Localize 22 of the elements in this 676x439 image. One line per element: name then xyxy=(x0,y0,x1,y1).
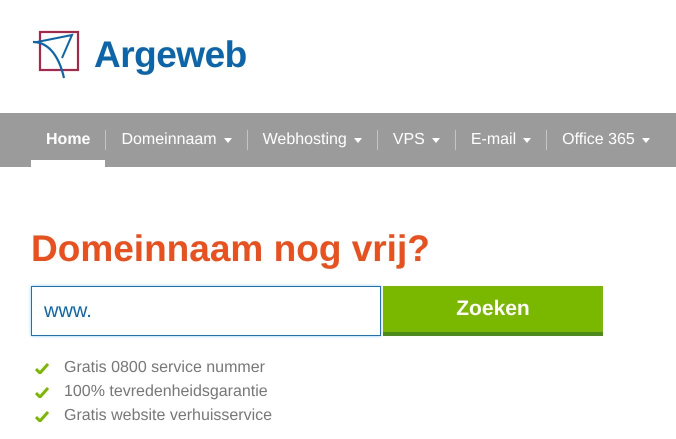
nav-tab[interactable]: Webhosting xyxy=(248,113,377,167)
feature-text: 100% tevredenheidsgarantie xyxy=(64,383,268,401)
domain-input[interactable]: www. xyxy=(31,286,381,336)
nav-tab[interactable]: Domeinnaam xyxy=(106,113,247,167)
logo-text[interactable]: Argeweb xyxy=(94,34,247,76)
check-icon xyxy=(35,410,49,422)
caret-icon xyxy=(642,138,650,142)
feature-text: Gratis 0800 service nummer xyxy=(64,359,265,377)
caret-icon xyxy=(432,138,440,142)
check-icon xyxy=(35,362,49,374)
nav-tab[interactable]: VPS xyxy=(378,113,455,167)
caret-icon xyxy=(523,138,532,142)
check-icon xyxy=(35,386,49,398)
search-button[interactable]: Zoeken xyxy=(383,286,603,336)
logo-icon xyxy=(32,30,80,80)
feature-text: Gratis website verhuisservice xyxy=(64,407,272,425)
page-heading: Domeinnaam nog vrij? xyxy=(31,227,431,271)
nav-tab[interactable]: Office 365 xyxy=(547,113,665,167)
caret-icon xyxy=(224,138,232,142)
nav-tab[interactable]: E-mail xyxy=(456,113,546,167)
caret-icon xyxy=(354,138,362,142)
nav-tab[interactable]: Home xyxy=(31,113,106,167)
